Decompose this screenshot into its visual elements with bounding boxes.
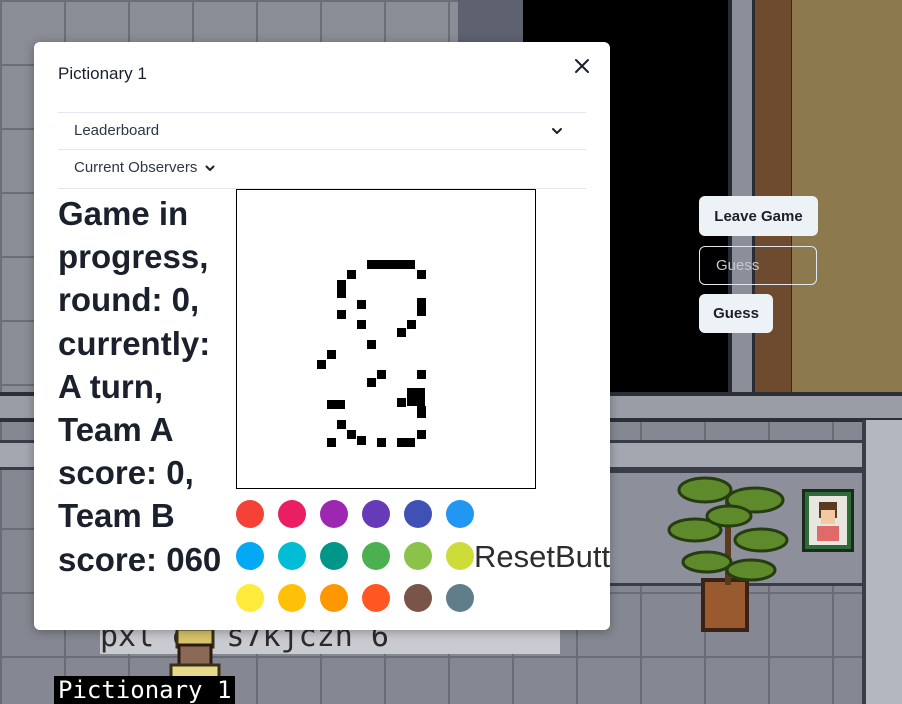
color-swatch[interactable] bbox=[404, 584, 432, 612]
color-swatch[interactable] bbox=[404, 500, 432, 528]
color-swatch[interactable] bbox=[362, 584, 390, 612]
chevron-down-icon[interactable] bbox=[204, 162, 216, 174]
current-observers-accordion[interactable]: Current Observers bbox=[58, 150, 586, 186]
color-swatch[interactable] bbox=[278, 500, 306, 528]
potted-plant-icon bbox=[667, 476, 789, 632]
pillar bbox=[862, 420, 902, 704]
drawing-canvas[interactable] bbox=[236, 189, 536, 489]
drawing-strokes bbox=[317, 260, 426, 447]
color-swatch[interactable] bbox=[236, 542, 264, 570]
color-swatch[interactable] bbox=[236, 584, 264, 612]
color-swatch[interactable] bbox=[278, 584, 306, 612]
color-swatch[interactable] bbox=[320, 500, 348, 528]
game-status-text: Game in progress, round: 0, currently: A… bbox=[58, 195, 222, 578]
color-swatch[interactable] bbox=[362, 500, 390, 528]
color-swatch[interactable] bbox=[446, 542, 474, 570]
modal-title: Pictionary 1 bbox=[58, 64, 147, 83]
leave-game-button[interactable]: Leave Game bbox=[699, 196, 818, 236]
chevron-down-icon[interactable] bbox=[550, 124, 564, 138]
reset-button[interactable]: ResetButton bbox=[474, 539, 610, 575]
leaderboard-accordion[interactable]: Leaderboard bbox=[58, 113, 586, 149]
close-button[interactable] bbox=[570, 54, 594, 78]
color-swatch[interactable] bbox=[320, 584, 348, 612]
leaderboard-label: Leaderboard bbox=[74, 122, 160, 139]
current-observers-text: Current Observers bbox=[74, 159, 198, 176]
close-icon[interactable] bbox=[570, 54, 594, 78]
color-swatch[interactable] bbox=[446, 584, 474, 612]
guess-input[interactable] bbox=[699, 246, 817, 285]
color-swatch[interactable] bbox=[446, 500, 474, 528]
color-swatch[interactable] bbox=[362, 542, 390, 570]
player-name-label: Pictionary 1 bbox=[54, 676, 236, 704]
guess-button[interactable]: Guess bbox=[699, 294, 773, 333]
pictionary-modal: Pictionary 1 Leaderboard Current Observe… bbox=[34, 42, 610, 630]
current-observers-label: Current Observers bbox=[74, 159, 216, 176]
color-swatch[interactable] bbox=[320, 542, 348, 570]
color-swatch[interactable] bbox=[404, 542, 432, 570]
color-swatch[interactable] bbox=[236, 500, 264, 528]
color-swatch[interactable] bbox=[278, 542, 306, 570]
portrait-frame-icon bbox=[802, 489, 854, 552]
